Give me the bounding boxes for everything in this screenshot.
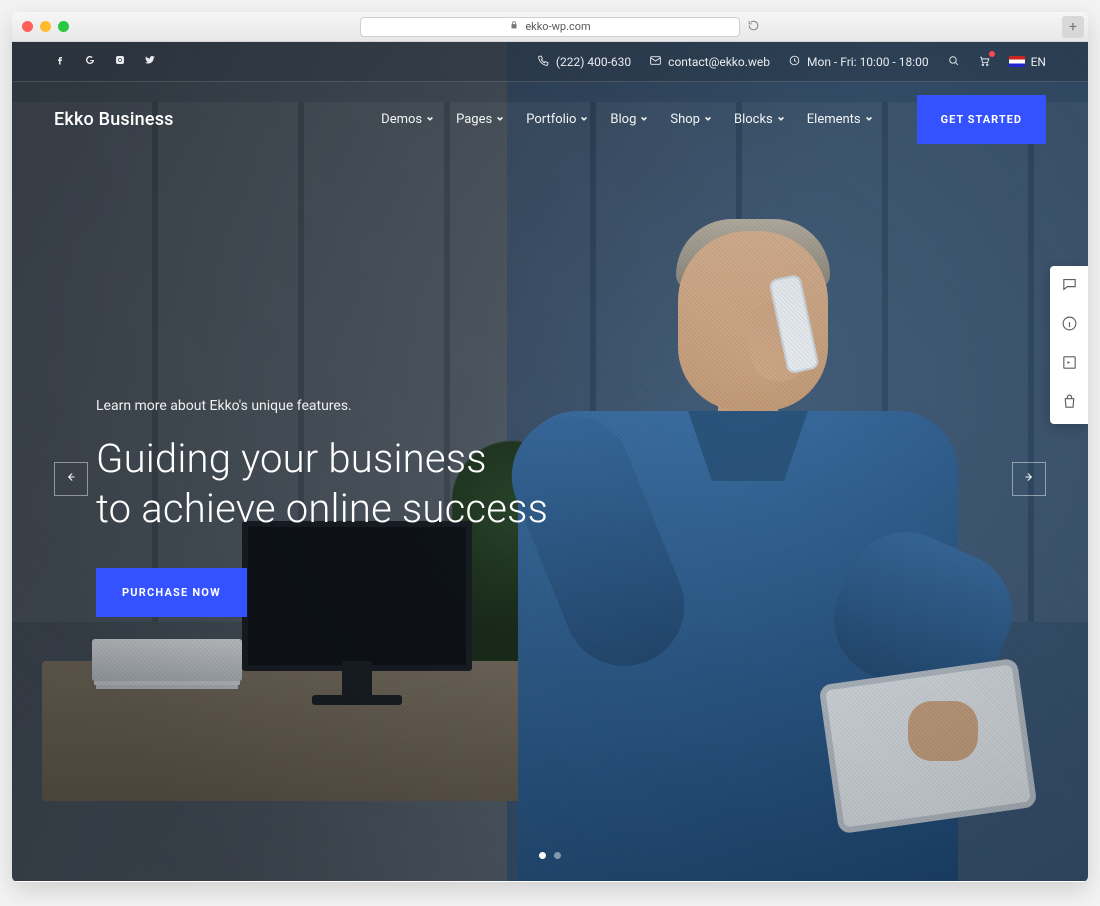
- social-links: [54, 54, 156, 69]
- google-icon: [84, 55, 96, 69]
- nav-menu: Demos Pages Portfolio Blog Shop Blocks E…: [381, 95, 1046, 144]
- window-controls: [22, 21, 69, 32]
- language-text: EN: [1031, 55, 1046, 69]
- chevron-down-icon: [865, 112, 873, 127]
- side-cart-button[interactable]: [1061, 393, 1078, 414]
- chevron-down-icon: [704, 112, 712, 127]
- nav-label: Pages: [456, 112, 492, 127]
- cart-icon: [978, 56, 991, 70]
- close-window-button[interactable]: [22, 21, 33, 32]
- nav-label: Blocks: [734, 112, 773, 127]
- instagram-link[interactable]: [114, 54, 126, 69]
- phone-text: (222) 400-630: [556, 55, 631, 69]
- side-info-button[interactable]: [1061, 315, 1078, 336]
- facebook-icon: [54, 55, 66, 69]
- nav-label: Shop: [670, 112, 700, 127]
- twitter-icon: [144, 55, 156, 69]
- hero-eyebrow: Learn more about Ekko's unique features.: [96, 398, 548, 414]
- instagram-icon: [114, 55, 126, 69]
- twitter-link[interactable]: [144, 54, 156, 69]
- hero-content: Learn more about Ekko's unique features.…: [96, 398, 548, 617]
- chevron-down-icon: [640, 112, 648, 127]
- hours-text: Mon - Fri: 10:00 - 18:00: [807, 55, 929, 69]
- nav-label: Elements: [807, 112, 861, 127]
- side-layout-button[interactable]: [1061, 354, 1078, 375]
- layout-icon: [1061, 356, 1078, 375]
- chevron-down-icon: [777, 112, 785, 127]
- facebook-link[interactable]: [54, 54, 66, 69]
- info-icon: [1061, 317, 1078, 336]
- nav-item-portfolio[interactable]: Portfolio: [526, 112, 588, 127]
- language-switcher[interactable]: EN: [1009, 55, 1046, 69]
- pager-dot-1[interactable]: [539, 852, 546, 859]
- chevron-down-icon: [580, 112, 588, 127]
- side-toolbar: [1050, 266, 1088, 424]
- hero-headline: Guiding your business to achieve online …: [96, 434, 548, 534]
- minimize-window-button[interactable]: [40, 21, 51, 32]
- utility-bar: (222) 400-630 contact@ekko.web Mon - Fri…: [12, 42, 1088, 82]
- nav-label: Blog: [610, 112, 636, 127]
- page-viewport: (222) 400-630 contact@ekko.web Mon - Fri…: [12, 42, 1088, 881]
- slider-pager: [539, 852, 561, 859]
- nav-item-shop[interactable]: Shop: [670, 112, 712, 127]
- slider-next-button[interactable]: [1012, 462, 1046, 496]
- chevron-down-icon: [496, 112, 504, 127]
- maximize-window-button[interactable]: [58, 21, 69, 32]
- nav-item-blog[interactable]: Blog: [610, 112, 648, 127]
- phone-icon: [537, 54, 550, 70]
- get-started-button[interactable]: GET STARTED: [917, 95, 1046, 144]
- arrow-right-icon: [1022, 469, 1036, 488]
- cart-button[interactable]: [978, 54, 991, 70]
- new-tab-button[interactable]: +: [1062, 16, 1084, 38]
- phone-info[interactable]: (222) 400-630: [537, 54, 631, 70]
- url-text: ekko-wp.com: [525, 20, 590, 33]
- browser-window: ekko-wp.com +: [12, 12, 1088, 882]
- nav-label: Demos: [381, 112, 422, 127]
- nav-item-blocks[interactable]: Blocks: [734, 112, 785, 127]
- google-link[interactable]: [84, 54, 96, 69]
- nav-item-elements[interactable]: Elements: [807, 112, 873, 127]
- address-bar[interactable]: ekko-wp.com: [360, 17, 740, 37]
- nav-label: Portfolio: [526, 112, 576, 127]
- chat-icon: [1061, 278, 1078, 297]
- lock-icon: [509, 20, 519, 33]
- arrow-left-icon: [64, 469, 78, 488]
- clock-icon: [788, 54, 801, 70]
- flag-icon: [1009, 56, 1025, 67]
- purchase-button[interactable]: PURCHASE NOW: [96, 568, 247, 617]
- hero-headline-line1: Guiding your business: [96, 434, 548, 484]
- brand-logo[interactable]: Ekko Business: [54, 109, 174, 130]
- hours-info: Mon - Fri: 10:00 - 18:00: [788, 54, 929, 70]
- side-chat-button[interactable]: [1061, 276, 1078, 297]
- reload-button[interactable]: [747, 17, 760, 36]
- main-nav: Ekko Business Demos Pages Portfolio Blog…: [12, 82, 1088, 156]
- chevron-down-icon: [426, 112, 434, 127]
- email-info[interactable]: contact@ekko.web: [649, 54, 770, 70]
- slider-prev-button[interactable]: [54, 462, 88, 496]
- email-text: contact@ekko.web: [668, 55, 770, 69]
- search-icon: [947, 56, 960, 70]
- search-button[interactable]: [947, 54, 960, 70]
- nav-item-pages[interactable]: Pages: [456, 112, 504, 127]
- mail-icon: [649, 54, 662, 70]
- pager-dot-2[interactable]: [554, 852, 561, 859]
- hero-headline-line2: to achieve online success: [96, 484, 548, 534]
- nav-item-demos[interactable]: Demos: [381, 112, 434, 127]
- bag-icon: [1061, 395, 1078, 414]
- browser-titlebar: ekko-wp.com +: [12, 12, 1088, 42]
